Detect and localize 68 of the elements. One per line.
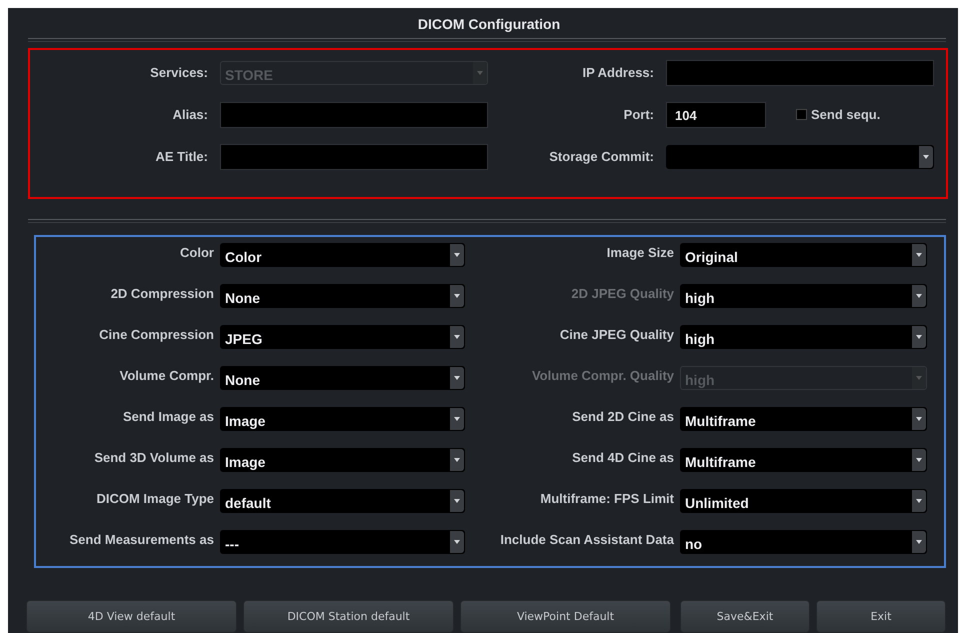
- setting-label: Volume Compr.: [118, 367, 215, 384]
- dropdown[interactable]: high: [680, 325, 927, 349]
- text-field[interactable]: 104: [666, 102, 766, 128]
- action-button[interactable]: 4D View default: [26, 600, 237, 633]
- action-button[interactable]: Exit: [816, 600, 946, 633]
- dropdown[interactable]: None: [220, 284, 465, 308]
- caret-icon: [923, 154, 929, 159]
- caret-icon: [454, 253, 460, 257]
- field-label: Port:: [622, 107, 655, 122]
- text-field[interactable]: [666, 60, 934, 86]
- caret-icon: [454, 335, 460, 339]
- dropdown[interactable]: Unlimited: [680, 489, 927, 513]
- dropdown[interactable]: Image: [220, 407, 465, 431]
- dropdown[interactable]: [666, 144, 934, 169]
- window-title: DICOM Configuration: [418, 15, 560, 34]
- action-button[interactable]: Save&Exit: [680, 600, 810, 633]
- caret-icon: [454, 458, 460, 462]
- caret-icon: [916, 376, 922, 380]
- caret-icon: [477, 70, 483, 75]
- action-button[interactable]: ViewPoint Default: [460, 600, 671, 633]
- caret-icon: [916, 253, 922, 257]
- dropdown[interactable]: Color: [220, 243, 465, 267]
- dropdown[interactable]: Multiframe: [680, 448, 927, 472]
- setting-label: DICOM Image Type: [95, 490, 215, 507]
- setting-label: Image Size: [606, 244, 675, 261]
- setting-label: 2D JPEG Quality: [570, 285, 675, 302]
- dropdown[interactable]: default: [220, 489, 465, 513]
- field-label: Services:: [149, 65, 209, 80]
- dropdown[interactable]: Original: [680, 243, 927, 267]
- field-label: IP Address:: [581, 65, 655, 80]
- setting-label: Send Image as: [122, 408, 215, 425]
- setting-label: Send 2D Cine as: [571, 408, 675, 425]
- caret-icon: [916, 335, 922, 339]
- caret-icon: [454, 540, 460, 544]
- caret-icon: [916, 540, 922, 544]
- caret-icon: [916, 417, 922, 421]
- caret-icon: [916, 458, 922, 462]
- dropdown[interactable]: no: [680, 530, 927, 554]
- dropdown[interactable]: ---: [220, 530, 465, 554]
- text-field[interactable]: [220, 102, 488, 128]
- caret-icon: [454, 294, 460, 298]
- setting-label: Cine JPEG Quality: [558, 326, 675, 343]
- setting-label: Color: [179, 244, 215, 261]
- setting-label: Volume Compr. Quality: [530, 367, 675, 384]
- caret-icon: [916, 294, 922, 298]
- setting-label: Multiframe: FPS Limit: [539, 490, 675, 507]
- setting-label: Send 3D Volume as: [93, 449, 215, 466]
- checkbox[interactable]: [796, 109, 807, 120]
- caret-icon: [916, 499, 922, 503]
- checkbox-label: Send sequ.: [811, 107, 880, 122]
- field-label: Alias:: [172, 107, 209, 122]
- text-field[interactable]: [220, 144, 488, 170]
- action-button[interactable]: DICOM Station default: [243, 600, 454, 633]
- field-label: Storage Commit:: [548, 149, 655, 164]
- setting-label: Send 4D Cine as: [571, 449, 675, 466]
- caret-icon: [454, 376, 460, 380]
- setting-label: Cine Compression: [98, 326, 215, 343]
- dropdown[interactable]: JPEG: [220, 325, 465, 349]
- setting-label: Send Measurements as: [68, 531, 215, 548]
- field-label: AE Title:: [154, 149, 209, 164]
- dropdown[interactable]: Image: [220, 448, 465, 472]
- setting-label: Include Scan Assistant Data: [499, 531, 675, 548]
- dropdown[interactable]: Multiframe: [680, 407, 927, 431]
- caret-icon: [454, 417, 460, 421]
- setting-label: 2D Compression: [110, 285, 215, 302]
- caret-icon: [454, 499, 460, 503]
- dropdown[interactable]: high: [680, 284, 927, 308]
- dropdown[interactable]: None: [220, 366, 465, 390]
